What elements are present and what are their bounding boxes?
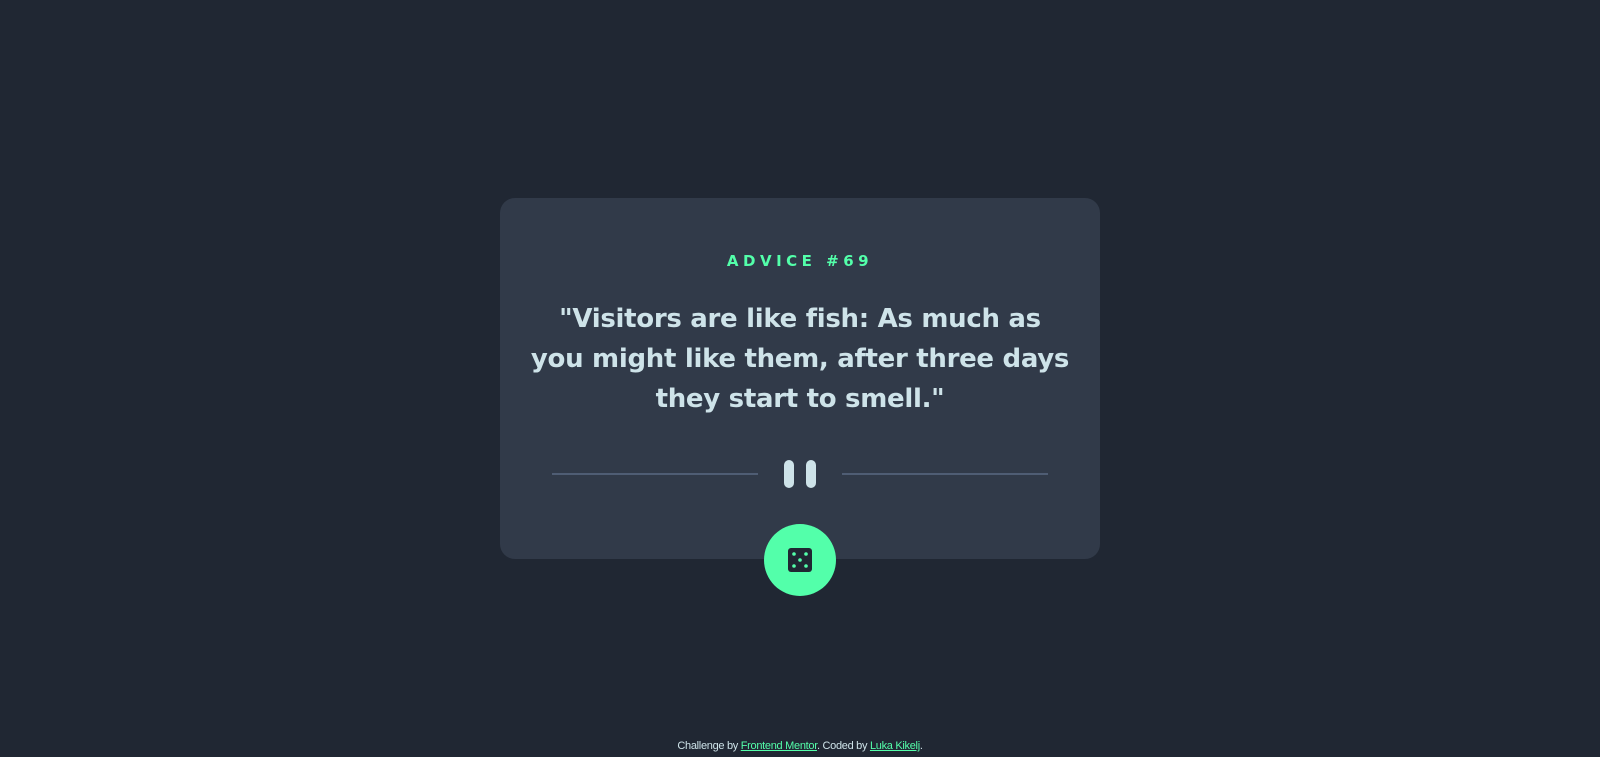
new-advice-button[interactable]	[764, 524, 836, 596]
pause-icon	[782, 459, 818, 489]
author-link[interactable]: Luka Kikelj	[870, 740, 920, 752]
page: ADVICE #69 "Visitors are like fish: As m…	[0, 0, 1600, 757]
divider-left-line	[552, 473, 758, 475]
pause-bar-left	[784, 460, 794, 488]
pause-bar-right	[806, 460, 816, 488]
footer-suffix-text: .	[919, 740, 923, 752]
frontend-mentor-link[interactable]: Frontend Mentor	[741, 740, 818, 752]
advice-quote: "Visitors are like fish: As much as you …	[530, 304, 1070, 414]
attribution-footer: Challenge by Frontend Mentor. Coded by L…	[0, 739, 1600, 753]
dice-icon	[788, 548, 812, 572]
advice-number-label: ADVICE #69	[726, 252, 874, 270]
footer-middle-text: . Coded by	[816, 740, 870, 752]
footer-prefix-text: Challenge by	[677, 740, 741, 752]
divider-right-line	[842, 473, 1048, 475]
